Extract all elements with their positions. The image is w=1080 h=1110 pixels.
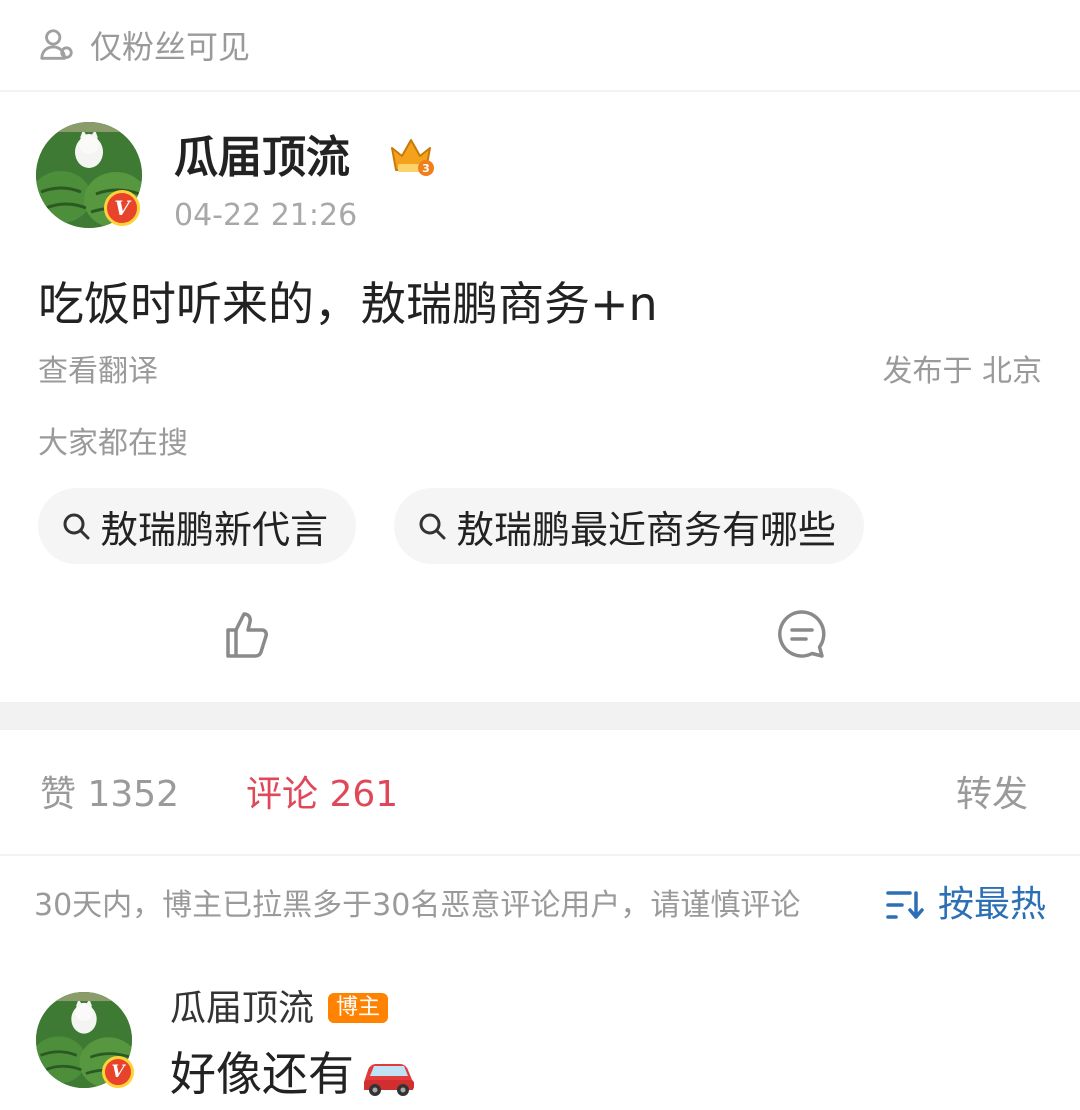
search-icon — [63, 513, 90, 540]
search-icon — [419, 513, 446, 540]
verified-v-badge-icon: V — [102, 1056, 134, 1088]
search-chip-label: 敖瑞鹏新代言 — [100, 507, 329, 552]
search-chip-label: 敖瑞鹏最近商务有哪些 — [456, 507, 837, 552]
rank-level: 3 — [422, 162, 430, 175]
search-chip[interactable]: 敖瑞鹏新代言 — [38, 488, 357, 564]
car-icon — [364, 1064, 414, 1096]
user-group-icon — [40, 29, 73, 60]
tab-comments[interactable]: 评论 261 — [246, 772, 398, 818]
sort-icon — [886, 891, 924, 919]
post-time: 04-22 21:26 — [174, 198, 358, 233]
thumb-up-icon — [226, 612, 268, 658]
crown-level-icon: 3 — [386, 134, 436, 178]
author-name[interactable]: 瓜届顶流 — [174, 128, 350, 188]
comment-bubble-icon — [778, 610, 826, 658]
like-button[interactable] — [218, 606, 274, 662]
verified-v-badge-icon: V — [104, 190, 140, 226]
visibility-label: 仅粉丝可见 — [90, 28, 251, 66]
comment-notice: 30天内，博主已拉黑多于30名恶意评论用户，请谨慎评论 — [34, 888, 801, 923]
trending-search-title: 大家都在搜 — [38, 426, 188, 461]
search-chip[interactable]: 敖瑞鹏最近商务有哪些 — [394, 488, 865, 564]
sort-button[interactable]: 按最热 — [884, 882, 1046, 928]
post-location: 发布于 北京 — [882, 354, 1042, 389]
comment-text: 好像还有 — [170, 1042, 420, 1106]
sort-label: 按最热 — [937, 884, 1046, 925]
tab-reposts[interactable]: 转发 — [956, 772, 1028, 818]
divider — [0, 854, 1080, 856]
author-tag-badge: 博主 — [328, 993, 389, 1023]
tab-likes[interactable]: 赞 1352 — [40, 772, 179, 818]
commenter-name[interactable]: 瓜届顶流 — [170, 986, 314, 1032]
visibility-indicator: 仅粉丝可见 — [38, 22, 250, 68]
divider — [0, 90, 1080, 92]
post-content: 吃饭时听来的，敖瑞鹏商务+n — [38, 277, 658, 331]
translate-link[interactable]: 查看翻译 — [38, 352, 158, 392]
comment-button[interactable] — [774, 606, 830, 662]
section-gap — [0, 702, 1080, 730]
comment-text-body: 好像还有 — [170, 1047, 354, 1101]
